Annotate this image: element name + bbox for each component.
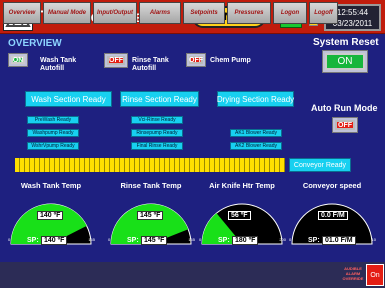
wash-autofill-toggle[interactable]: ON [8, 53, 28, 67]
rinse-tank-setpoint-input[interactable]: 145 ºF [141, 236, 168, 245]
rinse-tank-gauge: Rinse Tank Temp 145 ºF 0 165 SP: 145 ºF [105, 181, 197, 259]
drying-section-ready: Drying Section Ready [217, 91, 294, 107]
auto-run-state: OFF [335, 120, 355, 130]
rinse-autofill-toggle[interactable]: OFF [104, 53, 128, 68]
alarm-override-toggle[interactable]: On [366, 264, 384, 286]
prewash-ready: PreWash Ready [27, 116, 79, 124]
wash-tank-max: 165 [88, 237, 95, 242]
nav-input-output[interactable]: Input/Output [93, 2, 137, 24]
nav-logon[interactable]: Logon [273, 2, 307, 24]
rinse-autofill-state: OFF [107, 56, 125, 65]
nav-logoff[interactable]: Logoff [309, 2, 338, 24]
system-reset-state: ON [325, 53, 365, 70]
wash-tank-title: Wash Tank Temp [20, 181, 82, 190]
nav-alarms[interactable]: Alarms [139, 2, 181, 24]
rinse-tank-sp-label: SP: [127, 237, 139, 244]
conveyor-speed-value: 0.0 F/M [318, 211, 348, 220]
conveyor-speed-title: Conveyor speed [302, 181, 362, 190]
overview-title: OVERVIEW [8, 38, 62, 49]
conveyor-ready: Conveyor Ready [289, 158, 351, 172]
rinse-tank-min: 0 [108, 237, 111, 242]
audible-alarm-override-label: AUDIBLE ALARM OVERRIDE [342, 266, 364, 281]
conveyor-progress-strip [15, 158, 285, 172]
wshrvpump-ready: WshrVpump Ready [27, 142, 79, 150]
air-knife-max: 200 [279, 237, 286, 242]
conveyor-speed-min: 0 [289, 237, 292, 242]
wash-tank-min: 0 [8, 237, 11, 242]
rinse-tank-title: Rinse Tank Temp [120, 181, 182, 190]
air-knife-sp-label: SP: [218, 237, 230, 244]
wash-autofill-state: ON [11, 56, 25, 64]
washpump-ready: Washpump Ready [27, 129, 79, 137]
air-knife-value: 56 ºF [228, 211, 251, 220]
ak2-blower-ready: AK2 Blower Ready [230, 142, 282, 150]
vci-rinse-ready: Vci-Rinse Ready [131, 116, 183, 124]
auto-run-button[interactable]: OFF [332, 117, 358, 133]
conveyor-speed-setpoint-input[interactable]: 01.0 F/M [322, 236, 356, 245]
rinse-tank-value: 145 ºF [137, 211, 164, 220]
chem-pump-state: OFF [189, 56, 203, 64]
air-knife-setpoint-input[interactable]: 180 ºF [232, 236, 259, 245]
chem-pump-label: Chem Pump [210, 57, 251, 64]
air-knife-gauge: Air Knife Htr Temp 56 ºF 0 200 SP: 180 ºF [196, 181, 288, 259]
wash-section-ready: Wash Section Ready [25, 91, 112, 107]
conveyor-speed-sp-label: SP: [308, 237, 320, 244]
bottom-nav [0, 262, 385, 288]
nav-setpoints[interactable]: Setpoints [183, 2, 225, 24]
air-knife-min: 0 [199, 237, 202, 242]
auto-run-title: Auto Run Mode [311, 103, 378, 113]
nav-manual-mode[interactable]: Manual Mode [43, 2, 91, 24]
ak1-blower-ready: AK1 Blower Ready [230, 129, 282, 137]
nav-pressures[interactable]: Pressures [227, 2, 271, 24]
rinse-autofill-label: Rinse Tank Autofill [132, 57, 169, 72]
rinsepump-ready: Rinsepump Ready [131, 129, 183, 137]
system-reset-title: System Reset [313, 37, 379, 48]
system-reset-button[interactable]: ON [322, 50, 368, 73]
wash-tank-sp-label: SP: [27, 237, 39, 244]
air-knife-title: Air Knife Htr Temp [209, 181, 275, 190]
wash-tank-gauge: Wash Tank Temp 140 ºF 0 165 SP: 140 ºF [5, 181, 97, 259]
final-rinse-ready: Final Rinse Ready [131, 142, 183, 150]
rinse-tank-max: 165 [188, 237, 195, 242]
wash-tank-setpoint-input[interactable]: 140 ºF [41, 236, 68, 245]
wash-autofill-label: Wash Tank Autofill [40, 57, 77, 72]
conveyor-speed-max: 10 [371, 237, 376, 242]
nav-overview[interactable]: Overview [3, 2, 41, 24]
wash-tank-value: 140 ºF [37, 211, 64, 220]
chem-pump-toggle[interactable]: OFF [186, 53, 206, 67]
rinse-section-ready: Rinse Section Ready [120, 91, 199, 107]
conveyor-speed-gauge: Conveyor speed 0.0 F/M 0 10 SP: 01.0 F/M [286, 181, 378, 259]
